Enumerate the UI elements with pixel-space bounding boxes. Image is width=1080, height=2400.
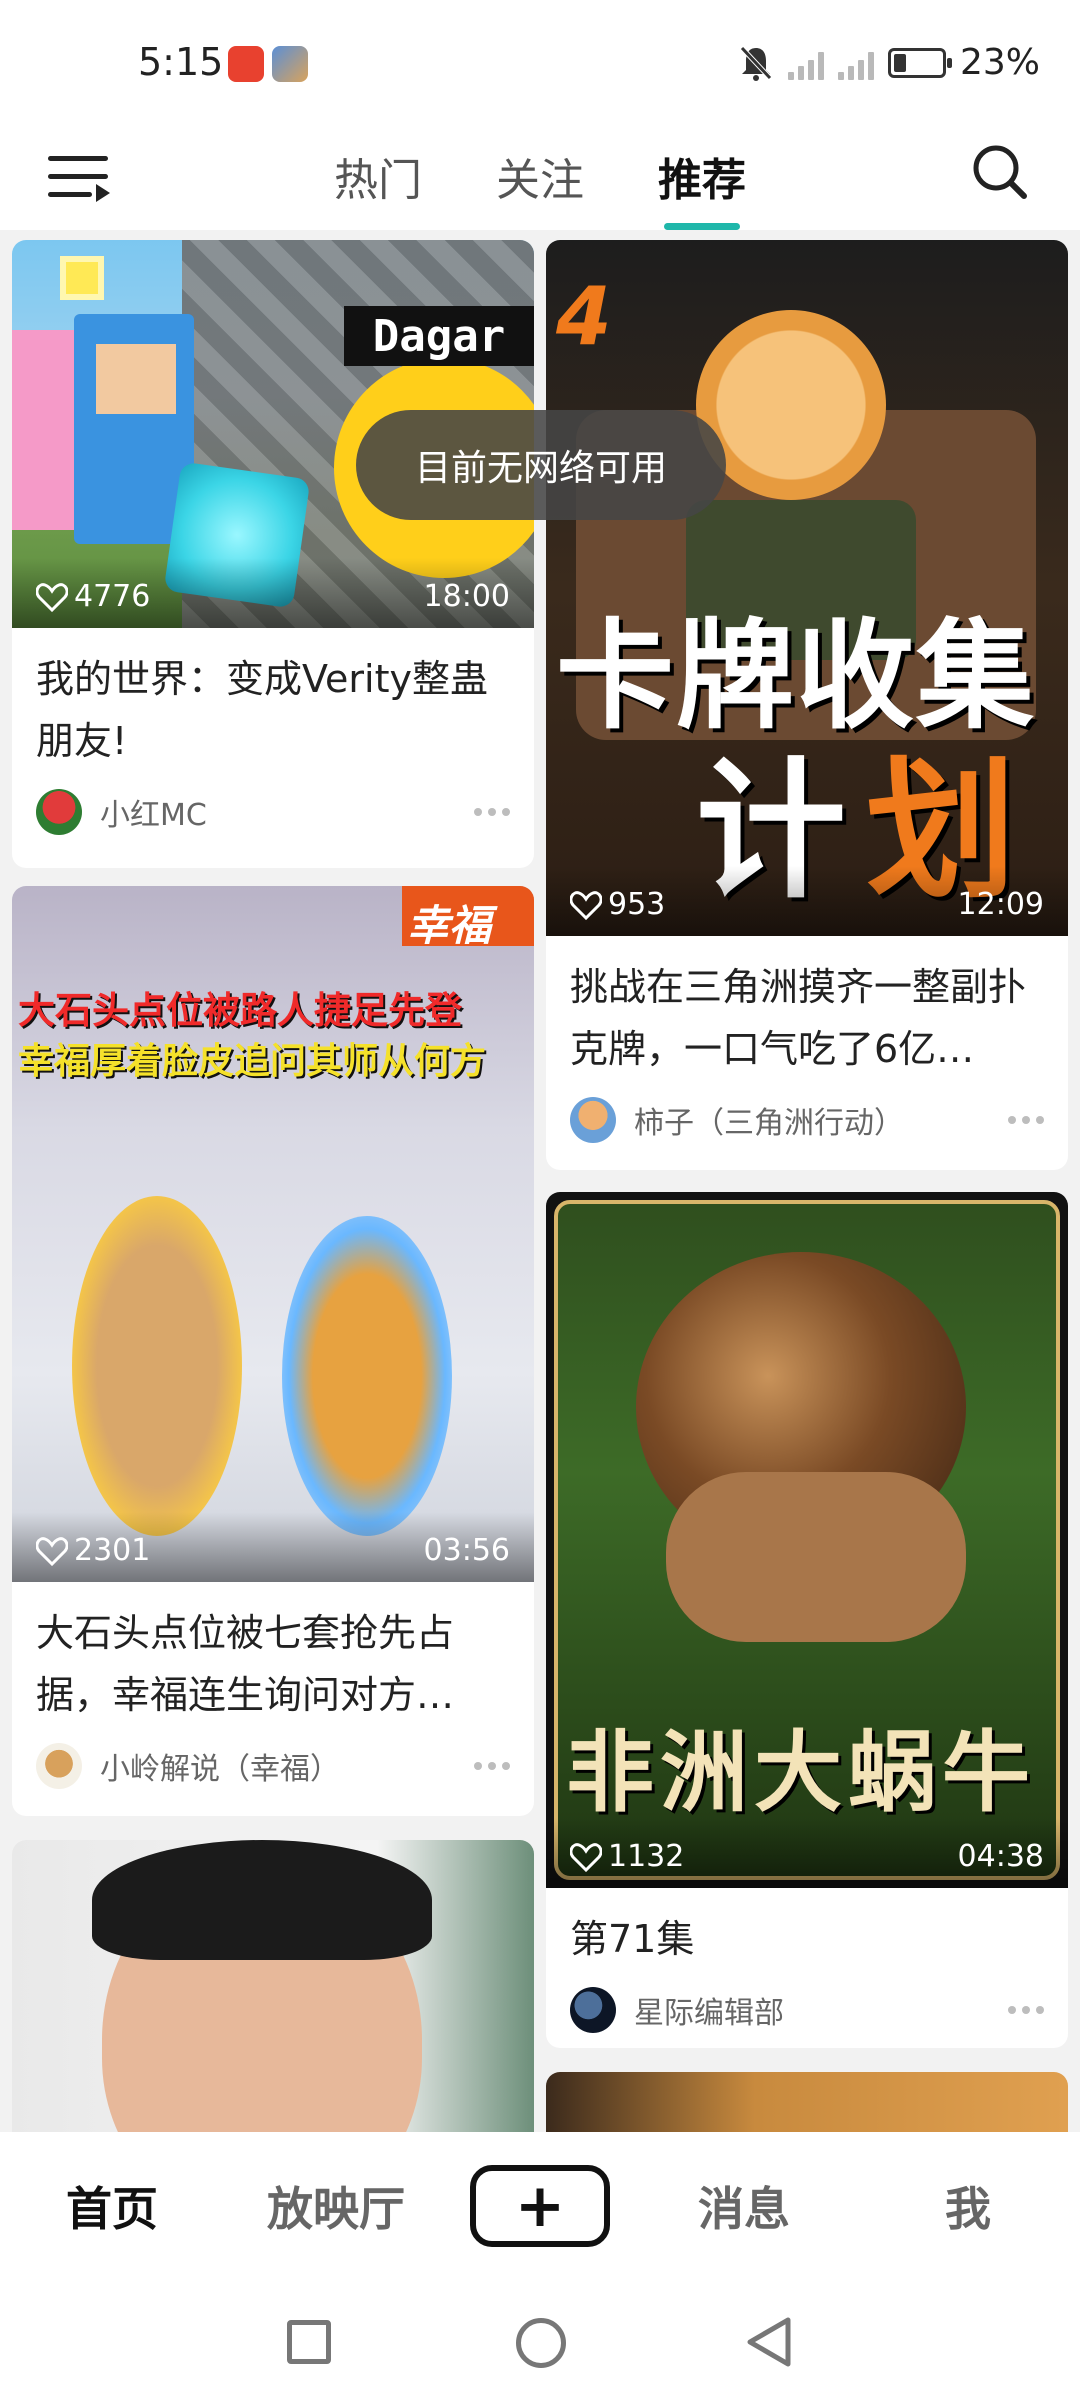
video-card[interactable]: 幸福 大石头点位被路人捷足先登 幸福厚着脸皮追问其师从何方 2301 03:56…	[12, 886, 534, 1816]
thumbnail-headline: 幸福厚着脸皮追问其师从何方	[18, 1041, 487, 1082]
heart-icon	[570, 890, 602, 920]
nav-messages[interactable]: 消息	[654, 2173, 834, 2239]
avatar[interactable]	[570, 1987, 616, 2033]
add-button[interactable]: +	[470, 2165, 610, 2247]
avatar[interactable]	[570, 1097, 616, 1143]
video-card[interactable]: 4 卡牌收集 计划 953 12:09 挑战在三角洲摸齐一整副扑克牌，一口气吃了…	[546, 240, 1068, 1170]
video-duration: 03:56	[423, 1533, 510, 1568]
tab-following[interactable]: 关注	[488, 144, 592, 208]
system-nav-bar	[0, 2280, 1080, 2400]
thumbnail-meta: 2301 03:56	[12, 1512, 534, 1582]
battery-icon	[887, 47, 952, 78]
tab-hot[interactable]: 热门	[326, 144, 430, 208]
avatar[interactable]	[36, 1743, 82, 1789]
video-card[interactable]	[546, 2072, 1068, 2132]
thumbnail-caption: Dagar	[344, 306, 534, 366]
thumbnail-headline: 大石头点位被路人捷足先登	[18, 989, 462, 1032]
bottom-nav: 首页 放映厅 + 消息 我	[0, 2132, 1080, 2280]
likes-count: 4776	[74, 579, 151, 614]
video-duration: 04:38	[957, 1839, 1044, 1874]
video-thumbnail[interactable]: 4 卡牌收集 计划 953 12:09	[546, 240, 1068, 936]
author-name[interactable]: 小岭解说（幸福）	[100, 1744, 474, 1788]
likes: 1132	[570, 1839, 684, 1874]
video-title[interactable]: 挑战在三角洲摸齐一整副扑克牌，一口气吃了6亿…	[546, 936, 1068, 1080]
back-icon[interactable]	[744, 2316, 794, 2368]
video-card[interactable]	[12, 1840, 534, 2132]
thumbnail-meta: 1132 04:38	[546, 1818, 1068, 1888]
more-options-icon[interactable]	[474, 808, 510, 816]
card-author[interactable]: 柿子（三角洲行动）	[546, 1080, 1068, 1160]
thumbnail-badge: 4	[556, 270, 612, 363]
thumbnail-meta: 4776 18:00	[12, 558, 534, 628]
author-name[interactable]: 星际编辑部	[634, 1988, 1008, 2032]
card-author[interactable]: 小岭解说（幸福）	[12, 1726, 534, 1806]
heart-icon	[36, 582, 68, 612]
signal-icon-1	[787, 46, 824, 80]
video-thumbnail[interactable]: 幸福 大石头点位被路人捷足先登 幸福厚着脸皮追问其师从何方 2301 03:56	[12, 886, 534, 1582]
status-time: 5:15	[138, 40, 224, 84]
status-icons: 23%	[738, 42, 1040, 83]
likes: 953	[570, 887, 665, 922]
video-thumbnail[interactable]: 非洲大蜗牛 1132 04:38	[546, 1192, 1068, 1888]
mute-bell-icon	[740, 45, 772, 81]
video-title[interactable]: 我的世界：变成Verity整蛊朋友!	[12, 628, 534, 772]
feed-tabs: 热门 关注 推荐	[0, 144, 1080, 230]
tab-recommended[interactable]: 推荐	[650, 144, 754, 230]
likes: 2301	[36, 1533, 150, 1568]
no-network-toast: 目前无网络可用	[356, 410, 726, 520]
likes-count: 2301	[74, 1533, 151, 1568]
huawei-app-icon	[228, 46, 264, 82]
video-thumbnail[interactable]	[12, 1840, 534, 2132]
likes: 4776	[36, 579, 150, 614]
app-screen: 5:15 23% 热门 关注 推荐 Dagar 4776 18:00 我的世界：…	[0, 0, 1080, 2400]
nav-home[interactable]: 首页	[22, 2173, 202, 2239]
video-duration: 18:00	[423, 579, 510, 614]
top-nav: 热门 关注 推荐	[0, 130, 1080, 230]
avatar[interactable]	[36, 789, 82, 835]
video-title[interactable]: 大石头点位被七套抢先占据，幸福连生询问对方…	[12, 1582, 534, 1726]
battery-percent: 23%	[959, 42, 1040, 83]
more-options-icon[interactable]	[1008, 1116, 1044, 1124]
likes-count: 953	[608, 887, 666, 922]
heart-icon	[570, 1842, 602, 1872]
home-icon[interactable]	[516, 2318, 566, 2368]
heart-icon	[36, 1536, 68, 1566]
nav-theater[interactable]: 放映厅	[246, 2173, 426, 2239]
search-icon[interactable]	[970, 142, 1030, 202]
video-card[interactable]: Dagar 4776 18:00 我的世界：变成Verity整蛊朋友! 小红MC	[12, 240, 534, 868]
nav-me[interactable]: 我	[878, 2173, 1058, 2239]
author-name[interactable]: 小红MC	[100, 790, 474, 834]
video-card[interactable]: 非洲大蜗牛 1132 04:38 第71集 星际编辑部	[546, 1192, 1068, 2048]
thumbnail-tag: 幸福	[407, 901, 492, 950]
signal-icon-2	[837, 46, 874, 80]
card-author[interactable]: 星际编辑部	[546, 1970, 1068, 2048]
more-options-icon[interactable]	[474, 1762, 510, 1770]
author-name[interactable]: 柿子（三角洲行动）	[634, 1098, 1008, 1142]
video-thumbnail[interactable]	[546, 2072, 1068, 2132]
card-author[interactable]: 小红MC	[12, 772, 534, 852]
video-duration: 12:09	[957, 887, 1044, 922]
more-options-icon[interactable]	[1008, 2006, 1044, 2014]
game-app-icon	[272, 46, 308, 82]
likes-count: 1132	[608, 1839, 685, 1874]
thumbnail-caption: 非洲大蜗牛	[566, 1721, 1037, 1824]
recent-apps-icon[interactable]	[287, 2320, 331, 2364]
thumbnail-meta: 953 12:09	[546, 866, 1068, 936]
status-bar: 5:15 23%	[0, 0, 1080, 130]
video-title[interactable]: 第71集	[546, 1888, 1068, 1970]
